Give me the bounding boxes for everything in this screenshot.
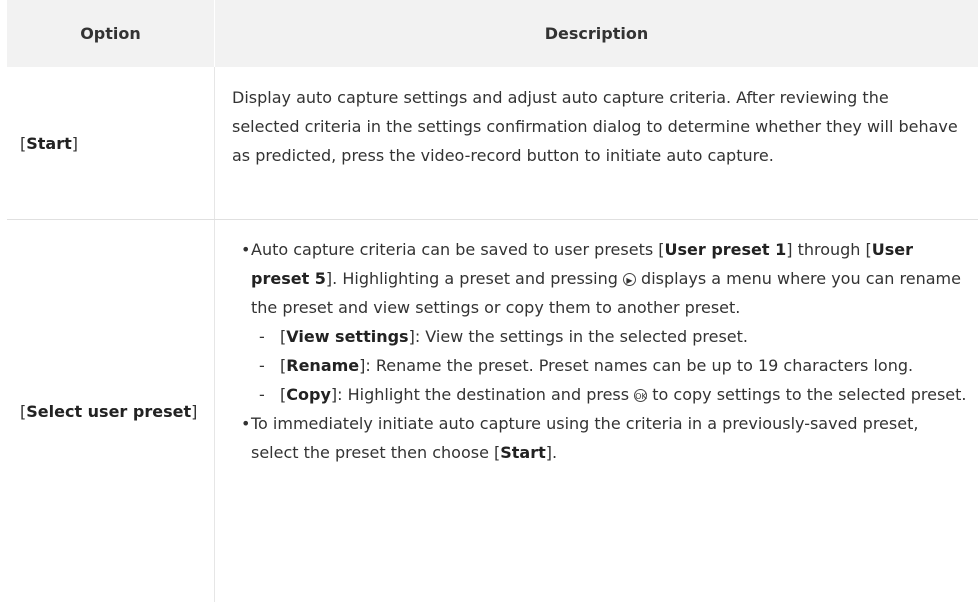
list-item: To immediately initiate auto capture usi… (241, 409, 968, 467)
header-option: Option (7, 0, 215, 67)
header-description: Description (544, 24, 649, 43)
start-description: Display auto capture settings and adjust… (232, 88, 958, 165)
list-item: - [View settings]: View the settings in t… (259, 327, 748, 346)
table-header-row: Option Description (7, 0, 978, 67)
list-item: Auto capture criteria can be saved to us… (241, 235, 968, 322)
option-start: Start (26, 133, 72, 153)
table-row: [Select user preset] Auto capture criter… (7, 220, 978, 602)
ok-button-icon: OK (634, 389, 648, 402)
description-cell: Auto capture criteria can be saved to us… (215, 220, 978, 602)
option-select-user-preset: Select user preset (26, 401, 192, 421)
multi-selector-right-icon: ▶ (622, 273, 636, 286)
options-table: Option Description [Start] Display auto … (7, 0, 978, 602)
table-row: [Start] Display auto capture settings an… (7, 67, 978, 220)
option-cell: [Start] (7, 67, 215, 219)
option-cell: [Select user preset] (7, 220, 215, 602)
list-item: - [Rename]: Rename the preset. Preset nam… (259, 356, 914, 375)
description-cell: Display auto capture settings and adjust… (215, 67, 978, 219)
list-item: - [Copy]: Highlight the destination and p… (259, 385, 967, 404)
